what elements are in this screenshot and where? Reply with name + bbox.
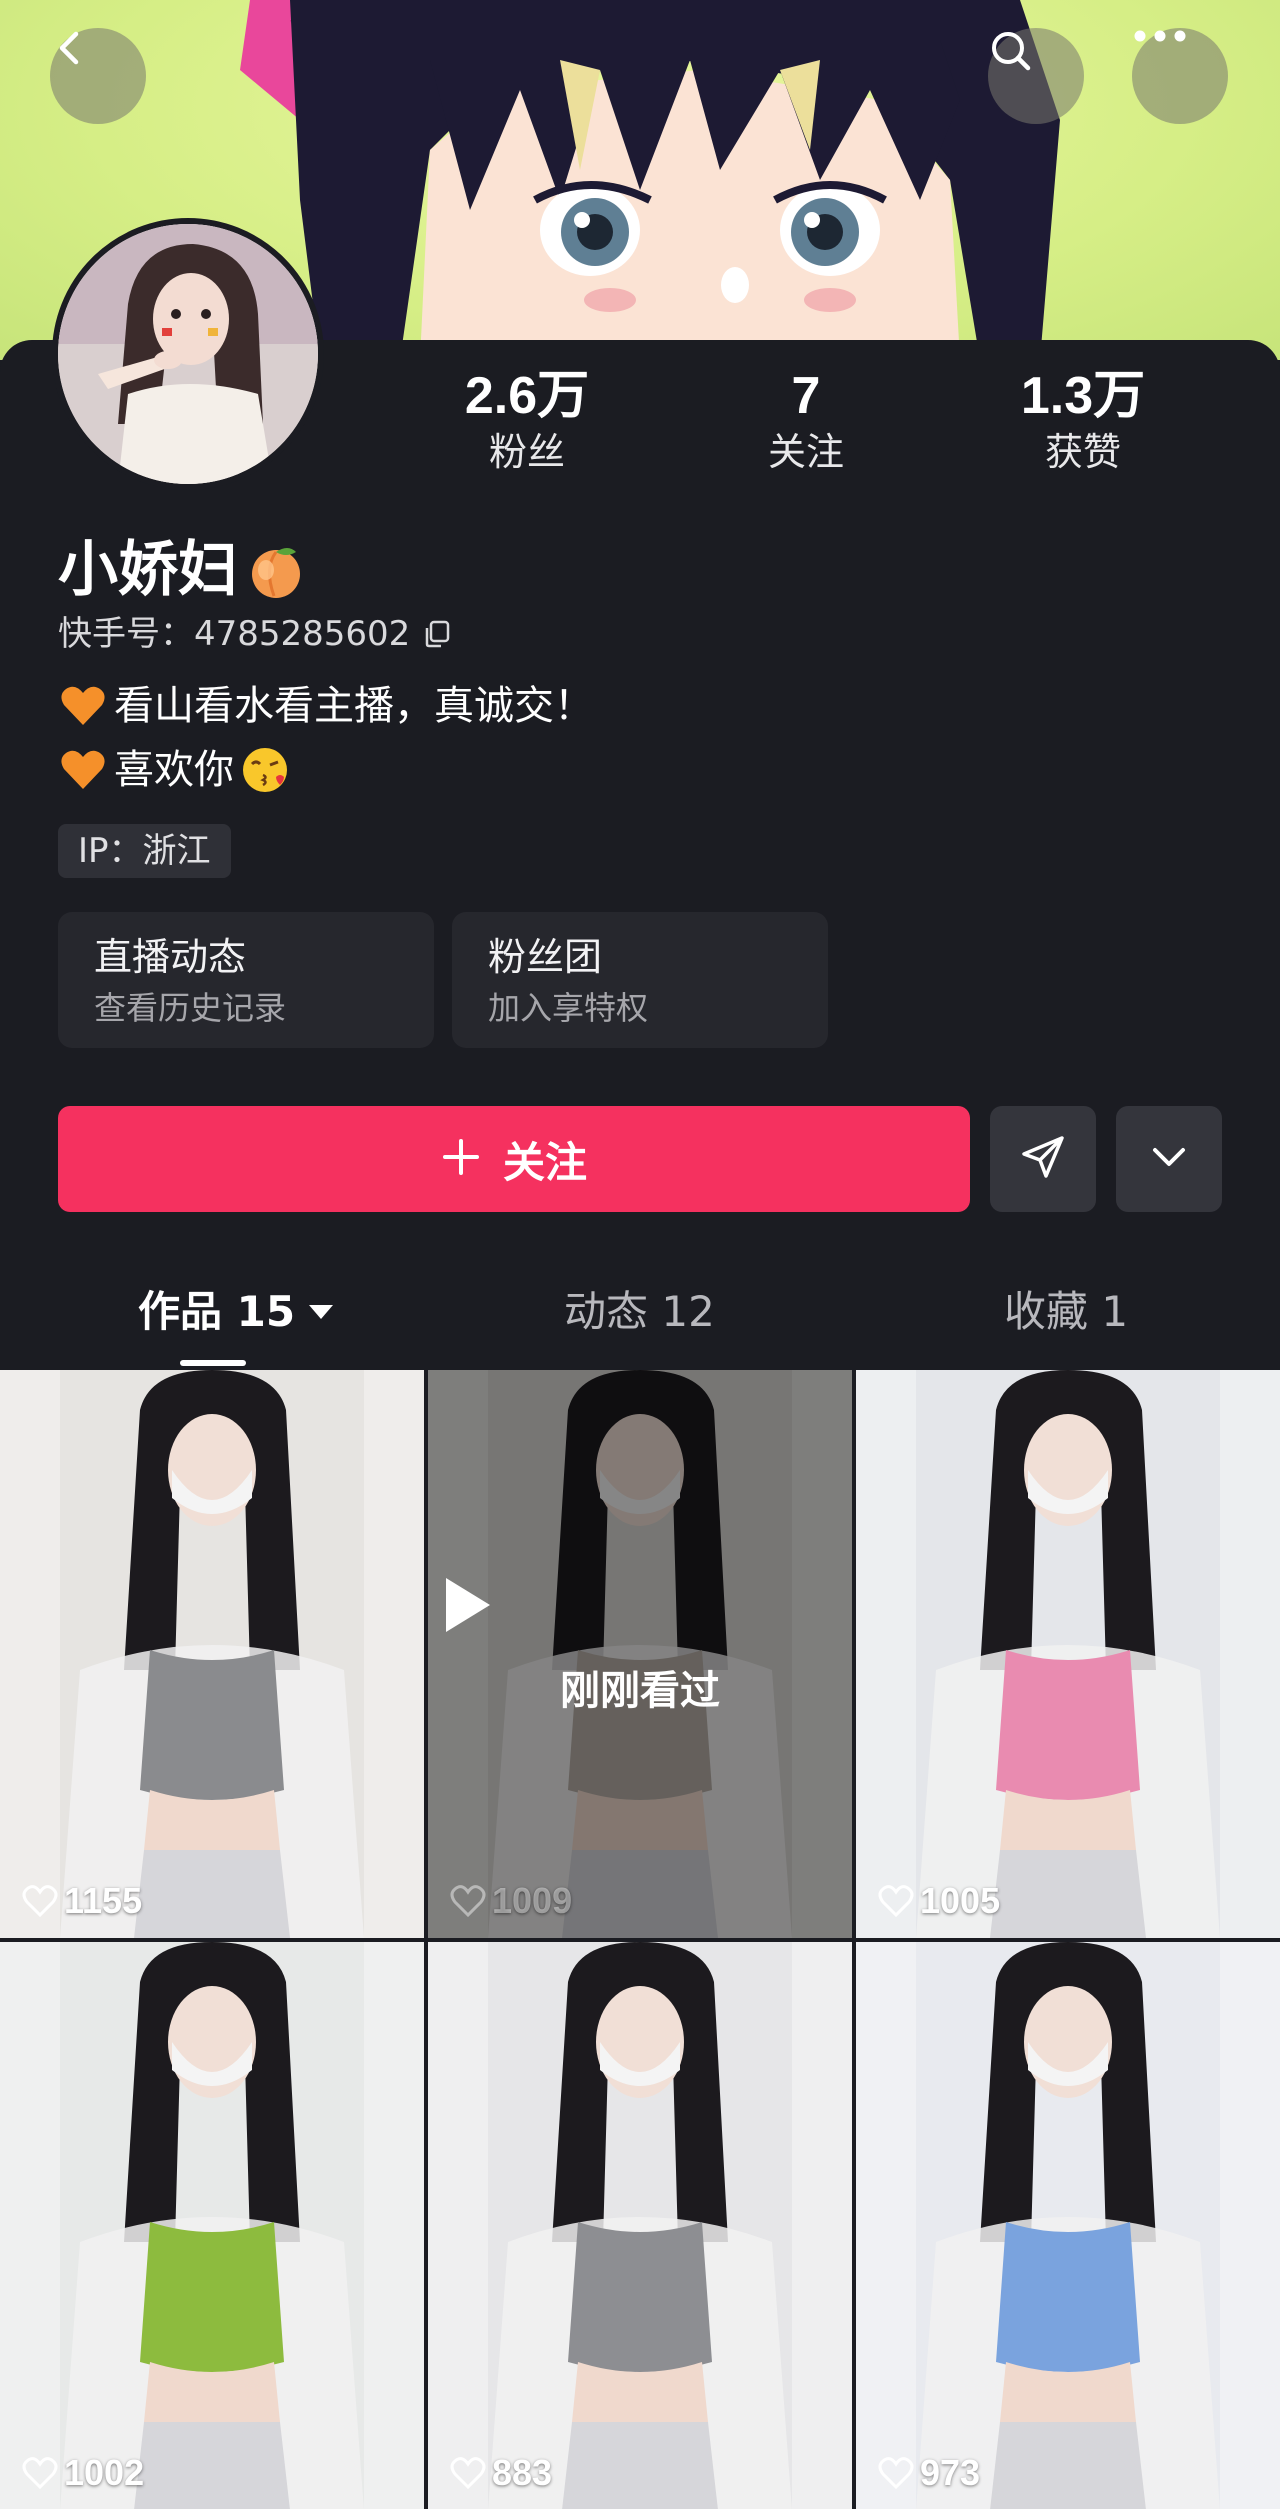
fan-club-title: 粉丝团 <box>488 935 603 979</box>
tab-works-label: 作品 15 <box>138 1287 296 1336</box>
search-button[interactable] <box>988 28 1084 124</box>
active-tab-indicator <box>180 1360 246 1366</box>
recently-watched-indicator: 刚刚看过 <box>428 1570 852 1716</box>
orange-heart-icon <box>58 681 108 731</box>
tab-favorites[interactable]: 收藏 1 <box>1004 1272 1128 1352</box>
chevron-down-icon <box>1147 1135 1191 1183</box>
follow-button[interactable]: 关注 <box>58 1106 970 1212</box>
more-options-button[interactable] <box>1132 28 1228 124</box>
tab-works[interactable]: 作品 15 <box>138 1272 334 1352</box>
video-tile[interactable]: 1155 <box>0 1370 424 1938</box>
live-card-subtitle: 查看历史记录 <box>94 989 287 1027</box>
like-count-text: 1002 <box>64 2452 145 2493</box>
like-count-text: 883 <box>492 2452 553 2493</box>
video-thumbnail <box>856 1942 1280 2509</box>
fan-club-subtitle: 加入享特权 <box>488 989 649 1027</box>
video-tile[interactable]: 1002 <box>0 1942 424 2509</box>
video-thumbnail <box>0 1942 424 2509</box>
video-like-count: 1005 <box>878 1880 1000 1922</box>
live-card-title: 直播动态 <box>94 935 247 979</box>
avatar-image <box>58 224 318 484</box>
like-count-text: 1009 <box>492 1880 573 1921</box>
heart-outline-icon <box>878 2457 914 2490</box>
back-button[interactable] <box>50 28 146 124</box>
video-like-count: 883 <box>450 2452 552 2494</box>
fans-count: 2.6万 <box>464 367 590 425</box>
bio-line-2-text: 喜欢你 <box>114 747 234 793</box>
send-icon <box>1018 1132 1068 1186</box>
follow-button-label: 关注 <box>502 1137 587 1187</box>
nickname-text: 小娇妇 <box>58 535 238 605</box>
tab-favorites-label: 收藏 1 <box>1004 1287 1129 1336</box>
tab-moments-label: 动态 12 <box>564 1287 715 1336</box>
video-tile[interactable]: 883 <box>428 1942 852 2509</box>
peach-emoji-icon <box>244 538 308 602</box>
play-icon <box>446 1570 675 1640</box>
like-count-text: 973 <box>920 2452 981 2493</box>
following-label: 关注 <box>767 430 844 474</box>
video-like-count: 1009 <box>450 1880 572 1922</box>
video-tile[interactable]: 刚刚看过 1009 <box>428 1370 852 1938</box>
nickname: 小娇妇 <box>58 534 308 606</box>
like-count-text: 1155 <box>64 1880 143 1921</box>
fan-club-card[interactable]: 粉丝团 加入享特权 <box>452 912 828 1048</box>
stat-following[interactable]: 7 关注 <box>686 366 926 476</box>
fans-label: 粉丝 <box>488 430 565 474</box>
stat-likes[interactable]: 1.3万 获赞 <box>963 366 1203 476</box>
likes-count: 1.3万 <box>1020 367 1146 425</box>
kuaishou-id-value: 4785285602 <box>194 614 411 654</box>
video-thumbnail <box>428 1942 852 2509</box>
kuaishou-id-label: 快手号： <box>58 614 194 654</box>
copy-icon[interactable] <box>422 619 452 649</box>
heart-outline-icon <box>878 1885 914 1918</box>
recently-watched-label: 刚刚看过 <box>560 1668 720 1714</box>
heart-outline-icon <box>450 2457 486 2490</box>
tab-moments[interactable]: 动态 12 <box>564 1272 715 1352</box>
heart-outline-icon <box>22 1885 58 1918</box>
kiss-emoji-icon <box>240 745 290 795</box>
caret-down-icon <box>309 1305 334 1319</box>
video-like-count: 973 <box>878 2452 980 2494</box>
avatar[interactable] <box>52 218 324 490</box>
bio-line-1: 看山看水看主播，真诚交！ <box>58 680 594 732</box>
ip-location-tag: IP：浙江 <box>58 824 231 878</box>
video-tile[interactable]: 1005 <box>856 1370 1280 1938</box>
likes-label: 获赞 <box>1044 430 1121 474</box>
expand-button[interactable] <box>1116 1106 1222 1212</box>
following-count: 7 <box>791 367 821 425</box>
bio-line-1-text: 看山看水看主播，真诚交！ <box>114 683 594 729</box>
live-history-card[interactable]: 直播动态 查看历史记录 <box>58 912 434 1048</box>
heart-outline-icon <box>22 2457 58 2490</box>
video-thumbnail <box>0 1370 424 1938</box>
video-tile[interactable]: 973 <box>856 1942 1280 2509</box>
video-like-count: 1155 <box>22 1880 142 1922</box>
kuaishou-id: 快手号： 4785285602 <box>58 612 452 656</box>
plus-icon <box>441 1131 481 1187</box>
video-thumbnail <box>856 1370 1280 1938</box>
video-grid: 1155 刚刚看过 1009 1005 1002 883 973 <box>0 1370 1280 2509</box>
bio-line-2: 喜欢你 <box>58 744 290 796</box>
like-count-text: 1005 <box>920 1880 1001 1921</box>
heart-outline-icon <box>450 1885 486 1918</box>
content-tabs: 作品 15 动态 12 收藏 1 <box>0 1272 1280 1368</box>
share-button[interactable] <box>990 1106 1096 1212</box>
stat-fans[interactable]: 2.6万 粉丝 <box>407 366 647 476</box>
orange-heart-icon <box>58 745 108 795</box>
video-like-count: 1002 <box>22 2452 144 2494</box>
